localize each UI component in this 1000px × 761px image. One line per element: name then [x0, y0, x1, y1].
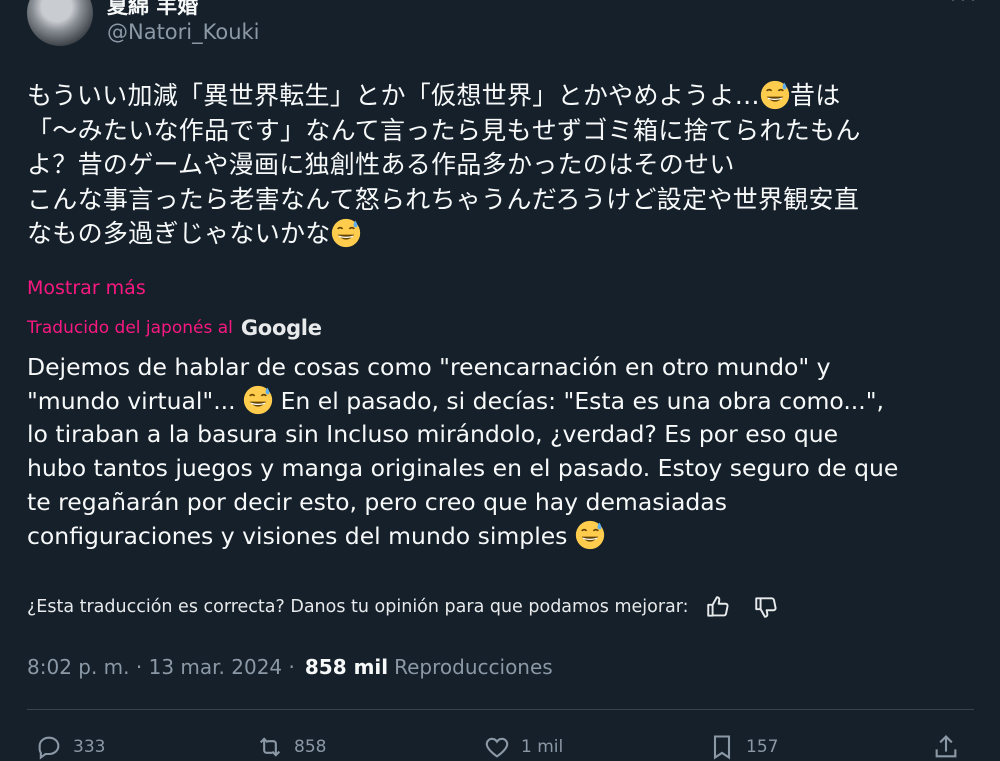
- divider: [27, 709, 974, 710]
- sweat-smile-emoji: [760, 80, 790, 110]
- bookmark-icon: [713, 735, 731, 760]
- thumbs-down-icon[interactable]: [753, 594, 779, 620]
- translation-line: configuraciones y visiones del mundo sim…: [27, 520, 977, 554]
- user-handle[interactable]: @Natori_Kouki: [107, 20, 260, 44]
- reply-count: 333: [73, 737, 106, 757]
- repost-button[interactable]: 858: [256, 733, 326, 761]
- feedback-prompt: ¿Esta traducción es correcta? Danos tu o…: [27, 597, 689, 617]
- tweet-line: 「〜みたいな作品です」なんて言ったら見もせずゴミ箱に捨てられたもん: [27, 115, 861, 145]
- sweat-smile-emoji: [575, 520, 605, 549]
- share-button[interactable]: [932, 733, 960, 761]
- more-icon[interactable]: [948, 0, 978, 14]
- tweet-line: なもの多過ぎじゃないかな: [27, 219, 331, 248]
- display-name[interactable]: 夏綿 羊婚: [107, 0, 198, 20]
- views-count: 858 mil: [304, 655, 389, 679]
- translation-line: te regañarán por decir esto, pero creo q…: [27, 487, 727, 516]
- thumbs-up-icon[interactable]: [705, 594, 731, 620]
- google-logo: Google: [240, 316, 322, 340]
- bookmark-count: 157: [746, 737, 779, 757]
- bookmark-button[interactable]: 157: [708, 733, 778, 761]
- translation-attribution: Traducido del japonés al Google: [27, 314, 322, 342]
- tweet-meta: 8:02 p. m. · 13 mar. 2024 · 858 mil Repr…: [27, 653, 553, 681]
- translation-line: hubo tantos juegos y manga originales en…: [27, 454, 899, 483]
- reply-icon: [38, 736, 60, 760]
- sweat-smile-emoji: [243, 385, 273, 414]
- share-icon: [935, 735, 957, 758]
- tweet-text: もういい加減「異世界転生」とか「仮想世界」とかやめようよ… 昔は 「〜みたいな作品…: [27, 79, 977, 252]
- translation-line: "mundo virtual"... En el pasado, si decí…: [27, 385, 885, 415]
- sweat-smile-emoji: [331, 218, 360, 248]
- like-button[interactable]: 1 mil: [483, 733, 563, 761]
- reply-button[interactable]: 333: [35, 733, 105, 761]
- avatar[interactable]: [27, 0, 93, 46]
- repost-count: 858: [294, 737, 327, 757]
- like-icon: [485, 737, 509, 758]
- tweet-line: こんな事言ったら老害なんて怒られちゃうんだろうけど設定や世界観安直: [27, 184, 860, 214]
- views-label: Reproducciones: [394, 655, 553, 679]
- translation-line: lo tiraban a la basura sin Incluso mirán…: [27, 420, 839, 449]
- tweet-line: もういい加減「異世界転生」とか「仮想世界」とかやめようよ…: [27, 81, 760, 110]
- translated-from-label[interactable]: Traducido del japonés al: [27, 318, 233, 338]
- translation-line: Dejemos de hablar de cosas como "reencar…: [27, 353, 831, 381]
- like-count: 1 mil: [521, 737, 564, 757]
- translation-feedback: ¿Esta traducción es correcta? Danos tu o…: [27, 592, 779, 622]
- tweet-line: よ？昔のゲームや漫画に独創性ある作品多かったのはそのせい: [27, 150, 735, 179]
- tweet-line: 昔は: [789, 81, 841, 110]
- translated-text: Dejemos de hablar de cosas como "reencar…: [27, 351, 977, 553]
- repost-icon: [259, 737, 281, 757]
- action-bar: 333 858 1 mil 157: [27, 733, 977, 760]
- show-more-link[interactable]: Mostrar más: [27, 277, 146, 299]
- timestamp[interactable]: 8:02 p. m. · 13 mar. 2024 ·: [27, 655, 295, 679]
